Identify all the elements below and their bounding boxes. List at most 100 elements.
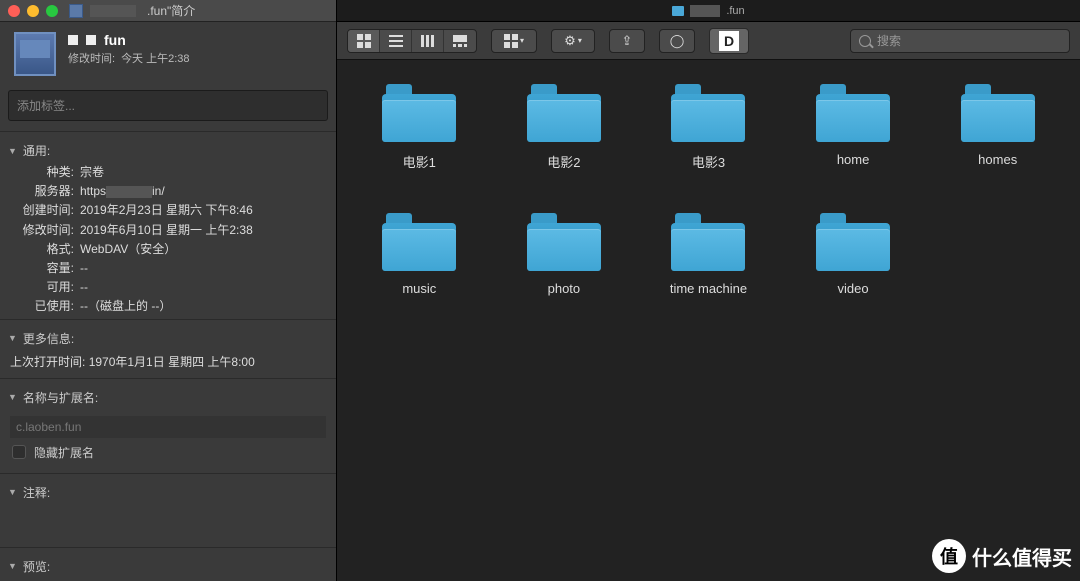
- tags-button[interactable]: ◯: [659, 29, 695, 53]
- folder-item[interactable]: home: [791, 84, 916, 171]
- disclosure-triangle-icon: ▼: [8, 146, 17, 156]
- name-extension-field[interactable]: c.laoben.fun: [10, 416, 326, 438]
- dropbox-button[interactable]: D: [709, 28, 749, 54]
- share-button[interactable]: ⇪: [609, 29, 645, 53]
- server-value: httpsin/: [80, 182, 324, 201]
- watermark-text: 什么值得买: [972, 542, 1072, 571]
- folder-label: home: [837, 152, 870, 167]
- section-comments-header[interactable]: ▼ 注释:: [0, 476, 336, 505]
- chevron-down-icon: ▾: [520, 36, 524, 45]
- dropbox-icon: D: [719, 31, 739, 51]
- folder-icon: [527, 84, 601, 142]
- created-value: 2019年2月23日 星期六 下午8:46: [80, 201, 324, 220]
- disclosure-triangle-icon: ▼: [8, 487, 17, 497]
- action-menu-button[interactable]: ⚙▾: [551, 29, 595, 53]
- folder-item[interactable]: photo: [502, 213, 627, 296]
- kind-label: 种类:: [12, 163, 80, 182]
- folder-label: time machine: [670, 281, 747, 296]
- created-label: 创建时间:: [12, 201, 80, 220]
- section-preview-header[interactable]: ▼ 预览:: [0, 550, 336, 579]
- folder-icon: [961, 84, 1035, 142]
- used-value: --（磁盘上的 --）: [80, 297, 324, 316]
- finder-window: .fun ▾ ⚙▾ ⇪ ◯ D 搜索 电影1 电影2 电影3 home homes mus…: [337, 0, 1080, 581]
- view-icon-button[interactable]: [348, 30, 380, 52]
- info-header: fun 修改时间: 今天 上午2:38: [0, 22, 336, 88]
- chevron-down-icon: ▾: [578, 36, 582, 45]
- folder-mini-icon: [672, 6, 684, 16]
- modified-value: 2019年6月10日 星期一 上午2:38: [80, 221, 324, 240]
- folder-icon: [671, 84, 745, 142]
- volume-mini-icon: [69, 4, 83, 18]
- view-column-button[interactable]: [412, 30, 444, 52]
- server-label: 服务器:: [12, 182, 80, 201]
- folder-item[interactable]: time machine: [646, 213, 771, 296]
- section-more-header[interactable]: ▼ 更多信息:: [0, 322, 336, 351]
- folder-item[interactable]: 电影2: [502, 84, 627, 171]
- info-window-title: .fun"简介: [147, 2, 195, 19]
- last-opened-value: 1970年1月1日 星期四 上午8:00: [89, 355, 255, 369]
- section-more-title: 更多信息:: [23, 330, 74, 347]
- watermark-badge-icon: 值: [932, 539, 966, 573]
- folder-grid: 电影1 电影2 电影3 home homes musicphoto time machine…: [357, 84, 1060, 296]
- modified-label: 修改时间:: [68, 50, 115, 66]
- available-value: --: [80, 278, 324, 297]
- folder-icon: [816, 213, 890, 271]
- folder-item[interactable]: homes: [935, 84, 1060, 171]
- section-name-ext-header[interactable]: ▼ 名称与扩展名:: [0, 381, 336, 410]
- search-icon: [859, 35, 871, 47]
- folder-item[interactable]: 电影3: [646, 84, 771, 171]
- finder-titlebar[interactable]: .fun: [337, 0, 1080, 22]
- list-icon: [389, 35, 403, 47]
- disclosure-triangle-icon: ▼: [8, 561, 17, 571]
- available-label: 可用:: [12, 278, 80, 297]
- search-input[interactable]: 搜索: [850, 29, 1070, 53]
- disclosure-triangle-icon: ▼: [8, 333, 17, 343]
- folder-label: 电影3: [692, 152, 725, 171]
- minimize-button[interactable]: [27, 5, 39, 17]
- view-list-button[interactable]: [380, 30, 412, 52]
- view-gallery-button[interactable]: [444, 30, 476, 52]
- capacity-label: 容量:: [12, 259, 80, 278]
- folder-item[interactable]: video: [791, 213, 916, 296]
- get-info-panel: .fun"简介 fun 修改时间: 今天 上午2:38 添加标签... ▼ 通用…: [0, 0, 337, 581]
- gallery-icon: [453, 35, 467, 47]
- close-button[interactable]: [8, 5, 20, 17]
- format-label: 格式:: [12, 240, 80, 259]
- search-placeholder: 搜索: [877, 32, 901, 49]
- finder-toolbar: ▾ ⚙▾ ⇪ ◯ D 搜索: [337, 22, 1080, 60]
- redacted-finder-title: [690, 5, 720, 17]
- section-preview-title: 预览:: [23, 558, 50, 575]
- arrange-segmented: ▾: [491, 29, 537, 53]
- redacted-square: [86, 35, 96, 45]
- hide-extension-label: 隐藏扩展名: [34, 444, 94, 461]
- folder-label: 电影1: [403, 152, 436, 171]
- section-general-header[interactable]: ▼ 通用:: [0, 134, 336, 163]
- section-comments-title: 注释:: [23, 484, 50, 501]
- info-titlebar[interactable]: .fun"简介: [0, 0, 336, 22]
- view-mode-segmented: [347, 29, 477, 53]
- folder-item[interactable]: music: [357, 213, 482, 296]
- tag-icon: ◯: [670, 33, 685, 49]
- kind-value: 宗卷: [80, 163, 324, 182]
- section-name-ext-title: 名称与扩展名:: [23, 389, 98, 406]
- grid-icon: [357, 34, 371, 48]
- finder-content: 电影1 电影2 电影3 home homes musicphoto time machine…: [337, 60, 1080, 581]
- hide-extension-checkbox[interactable]: [12, 445, 26, 459]
- volume-name: fun: [104, 32, 126, 48]
- tags-input[interactable]: 添加标签...: [8, 90, 328, 121]
- section-general-title: 通用:: [23, 142, 50, 159]
- format-value: WebDAV（安全）: [80, 240, 324, 259]
- redacted-title-part: [90, 5, 136, 17]
- zoom-button[interactable]: [46, 5, 58, 17]
- modified-value: 今天 上午2:38: [121, 50, 189, 66]
- folder-label: video: [838, 281, 869, 296]
- finder-title: .fun: [726, 5, 744, 17]
- folder-icon: [527, 213, 601, 271]
- volume-icon: [14, 32, 56, 76]
- last-opened-label: 上次打开时间:: [10, 355, 85, 369]
- folder-icon: [382, 213, 456, 271]
- columns-icon: [421, 35, 435, 47]
- share-icon: ⇪: [622, 33, 633, 49]
- folder-item[interactable]: 电影1: [357, 84, 482, 171]
- arrange-button[interactable]: ▾: [492, 30, 536, 52]
